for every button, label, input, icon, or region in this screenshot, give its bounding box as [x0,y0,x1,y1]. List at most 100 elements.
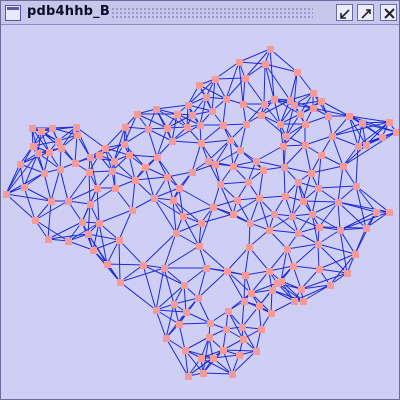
graph-node[interactable] [325,113,332,120]
graph-node[interactable] [266,268,273,275]
graph-node[interactable] [242,75,249,82]
graph-node[interactable] [295,230,302,237]
graph-node[interactable] [284,246,291,253]
graph-node[interactable] [335,199,342,206]
graph-node[interactable] [386,209,393,216]
graph-node[interactable] [198,220,205,227]
graph-node[interactable] [344,270,351,277]
graph-node[interactable] [300,198,307,205]
graph-node[interactable] [236,59,243,66]
graph-node[interactable] [185,373,192,380]
graph-node[interactable] [227,137,234,144]
graph-node[interactable] [315,241,322,248]
graph-node[interactable] [29,125,36,132]
graph-node[interactable] [268,310,275,317]
graph-node[interactable] [295,179,302,186]
graph-node[interactable] [271,96,278,103]
graph-node[interactable] [205,158,212,165]
graph-node[interactable] [302,121,309,128]
graph-node[interactable] [90,247,97,254]
graph-node[interactable] [140,262,147,269]
graph-node[interactable] [129,207,136,214]
graph-node[interactable] [184,124,191,131]
graph-node[interactable] [134,111,141,118]
graph-node[interactable] [260,167,267,174]
graph-node[interactable] [164,125,171,132]
network-graph[interactable] [1,25,399,399]
graph-node[interactable] [145,126,152,133]
graph-node[interactable] [74,132,81,139]
graph-node[interactable] [174,111,181,118]
graph-node[interactable] [87,154,94,161]
graph-node[interactable] [283,133,290,140]
graph-node[interactable] [195,295,202,302]
graph-node[interactable] [121,141,128,148]
minimize-button[interactable] [336,4,353,21]
graph-node[interactable] [363,142,370,149]
graph-node[interactable] [112,185,119,192]
graph-node[interactable] [154,154,161,161]
graph-node[interactable] [224,268,231,275]
maximize-button[interactable] [357,4,374,21]
graph-node[interactable] [234,197,241,204]
graph-node[interactable] [217,181,224,188]
graph-node[interactable] [271,211,278,218]
window-icon[interactable] [5,5,21,21]
graph-node[interactable] [45,236,52,243]
graph-node[interactable] [183,309,190,316]
graph-node[interactable] [189,112,196,119]
graph-node[interactable] [261,101,268,108]
graph-node[interactable] [278,278,285,285]
graph-node[interactable] [210,204,217,211]
graph-node[interactable] [198,140,205,147]
graph-node[interactable] [239,324,246,331]
graph-node[interactable] [176,321,183,328]
graph-node[interactable] [153,106,160,113]
graph-node[interactable] [258,112,265,119]
graph-node[interactable] [363,225,370,232]
graph-node[interactable] [309,211,316,218]
graph-node[interactable] [318,152,325,159]
graph-node[interactable] [291,298,298,305]
graph-node[interactable] [161,265,168,272]
title-bar[interactable]: pdb4hhb_B [1,1,399,25]
graph-node[interactable] [242,272,249,279]
graph-node[interactable] [21,184,28,191]
graph-node[interactable] [79,219,86,226]
graph-node[interactable] [182,347,189,354]
graph-node[interactable] [153,307,160,314]
graph-node[interactable] [35,150,42,157]
graph-node[interactable] [359,120,366,127]
graph-node[interactable] [196,82,203,89]
graph-node[interactable] [267,46,274,53]
graph-node[interactable] [96,220,103,227]
graph-node[interactable] [104,261,111,268]
graph-node[interactable] [248,290,255,297]
graph-node[interactable] [316,224,323,231]
graph-node[interactable] [85,231,92,238]
graph-node[interactable] [379,134,386,141]
graph-node[interactable] [30,143,37,150]
graph-node[interactable] [310,90,317,97]
graph-node[interactable] [281,164,288,171]
graph-canvas[interactable] [1,25,399,399]
graph-node[interactable] [230,163,237,170]
graph-node[interactable] [373,209,380,216]
graph-node[interactable] [109,168,116,175]
graph-node[interactable] [229,371,236,378]
graph-node[interactable] [210,355,217,362]
graph-node[interactable] [181,282,188,289]
graph-node[interactable] [355,143,362,150]
graph-node[interactable] [196,243,203,250]
graph-node[interactable] [111,158,118,165]
graph-node[interactable] [171,301,178,308]
graph-node[interactable] [223,326,230,333]
graph-node[interactable] [207,320,214,327]
graph-node[interactable] [65,238,72,245]
graph-node[interactable] [243,121,250,128]
graph-node[interactable] [32,217,39,224]
graph-node[interactable] [225,308,232,315]
graph-node[interactable] [282,193,289,200]
graph-node[interactable] [203,265,210,272]
graph-node[interactable] [38,128,45,135]
